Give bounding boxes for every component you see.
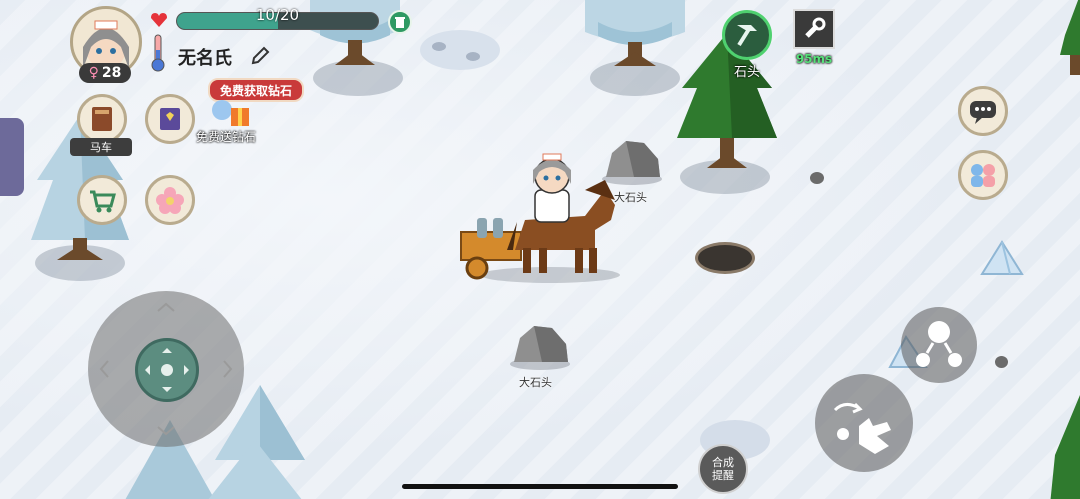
tool-label: 石头 bbox=[733, 65, 760, 80]
player-horse-cart[interactable] bbox=[455, 150, 625, 285]
edit-icon[interactable] bbox=[250, 46, 270, 66]
footprint bbox=[432, 42, 446, 51]
interact-button[interactable] bbox=[901, 307, 977, 383]
friends-button[interactable] bbox=[958, 150, 1008, 200]
trash-icon bbox=[395, 17, 405, 28]
use-button[interactable] bbox=[815, 374, 913, 472]
dug-hole[interactable] bbox=[695, 242, 755, 274]
ping-text: 95ms bbox=[795, 52, 833, 66]
gift-label: 免费送钻石 bbox=[196, 130, 257, 144]
hand-icon bbox=[833, 402, 891, 454]
joystick-thumb[interactable] bbox=[135, 338, 199, 402]
tool-slot[interactable] bbox=[722, 10, 772, 60]
free-gift-button[interactable] bbox=[205, 98, 255, 132]
wrench-icon bbox=[805, 17, 826, 38]
rock-label: 大石头 bbox=[519, 376, 552, 389]
book-icon bbox=[160, 108, 180, 130]
gift-icon bbox=[212, 100, 249, 126]
cart-icon bbox=[90, 190, 116, 213]
chat-button[interactable] bbox=[958, 86, 1008, 136]
thermometer-icon bbox=[151, 34, 165, 72]
home-indicator[interactable] bbox=[402, 484, 678, 489]
craft-reminder-button[interactable]: 合成 提醒 bbox=[698, 444, 748, 494]
cart-button[interactable] bbox=[77, 94, 127, 144]
pickaxe-icon bbox=[737, 25, 757, 47]
friends-icon bbox=[971, 164, 995, 187]
dpad-icon bbox=[145, 348, 189, 392]
pine-tree[interactable] bbox=[672, 28, 782, 188]
gender-icon: ♀ bbox=[88, 65, 99, 81]
trash-button[interactable] bbox=[388, 10, 412, 34]
cart-book-icon bbox=[92, 107, 112, 131]
settings-button[interactable] bbox=[793, 9, 835, 49]
split-icon bbox=[916, 321, 962, 367]
player-name: 无名氏 bbox=[178, 48, 232, 69]
flower-button[interactable] bbox=[145, 175, 195, 225]
level-value: 28 bbox=[101, 65, 122, 81]
heart-icon bbox=[151, 13, 167, 27]
ice-crystal[interactable] bbox=[980, 240, 1024, 276]
snow-patch bbox=[420, 30, 500, 70]
book-button[interactable] bbox=[145, 94, 195, 144]
chat-icon bbox=[970, 101, 996, 124]
shop-button[interactable] bbox=[77, 175, 127, 225]
flower-icon bbox=[156, 187, 184, 214]
big-rock[interactable] bbox=[508, 320, 572, 372]
cart-label: 马车 bbox=[70, 138, 132, 156]
footprint bbox=[466, 52, 480, 61]
level-badge: ♀ 28 bbox=[79, 63, 131, 83]
pine-tree-edge bbox=[1050, 395, 1080, 499]
small-stone[interactable] bbox=[995, 356, 1008, 368]
hp-text: 10/20 bbox=[255, 6, 300, 24]
side-panel-tab[interactable] bbox=[0, 118, 24, 196]
pine-tree-edge bbox=[1060, 0, 1080, 75]
small-stone[interactable] bbox=[810, 172, 824, 184]
